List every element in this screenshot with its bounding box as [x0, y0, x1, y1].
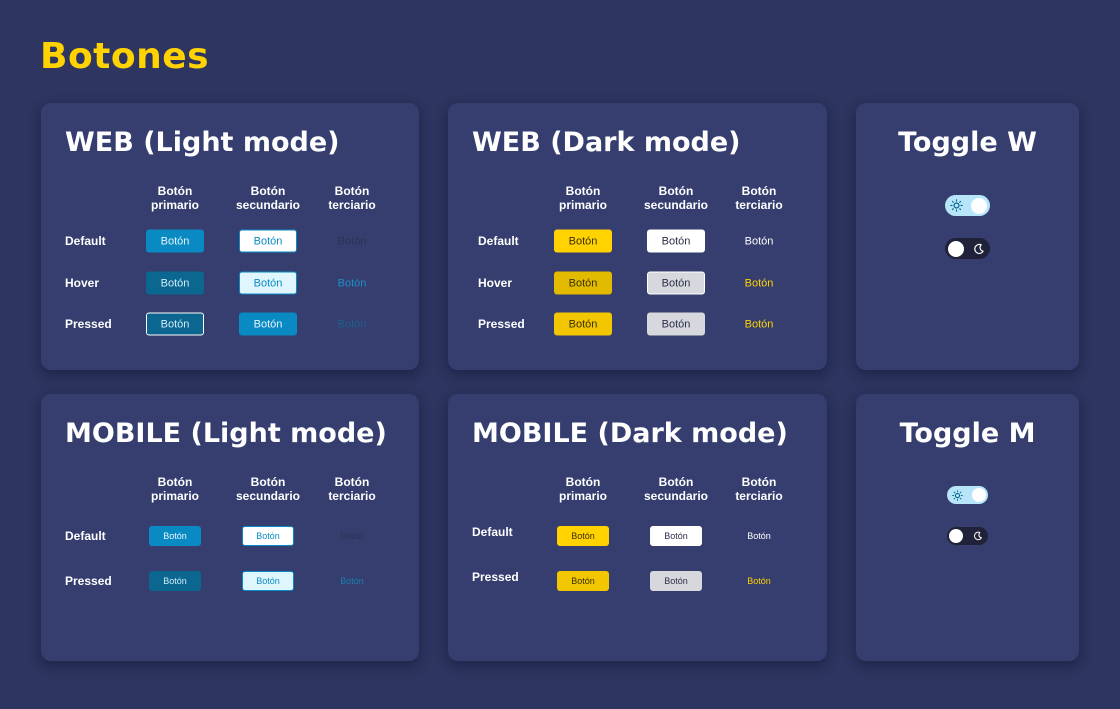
card-title: WEB (Light mode) — [65, 127, 340, 158]
tertiary-button-hover[interactable]: Botón — [730, 272, 788, 295]
row-label-pressed: Pressed — [478, 317, 525, 331]
card-mobile-light: MOBILE (Light mode) Botón primario Botón… — [41, 394, 419, 661]
row-label-default: Default — [478, 234, 519, 248]
tertiary-button-default[interactable]: Botón — [733, 526, 785, 546]
toggle-knob — [949, 529, 963, 543]
column-header-tertiary: Botón terciario — [328, 475, 376, 503]
card-web-light: WEB (Light mode) Botón primario Botón se… — [41, 103, 419, 370]
dark-mode-toggle[interactable] — [945, 238, 990, 259]
row-label-default: Default — [472, 525, 513, 539]
light-mode-toggle[interactable] — [945, 195, 990, 216]
column-header-tertiary: Botón terciario — [735, 184, 783, 212]
card-title: Toggle M — [899, 418, 1036, 449]
card-mobile-dark: MOBILE (Dark mode) Botón primario Botón … — [448, 394, 827, 661]
primary-button-hover[interactable]: Botón — [554, 271, 612, 295]
secondary-button-default[interactable]: Botón — [239, 229, 297, 253]
primary-button-default[interactable]: Botón — [557, 526, 609, 546]
primary-button-pressed[interactable]: Botón — [149, 571, 201, 591]
row-label-hover: Hover — [65, 276, 100, 290]
tertiary-button-pressed[interactable]: Botón — [730, 313, 788, 336]
card-title: WEB (Dark mode) — [472, 127, 741, 158]
secondary-button-pressed[interactable]: Botón — [239, 312, 297, 336]
tertiary-button-hover[interactable]: Botón — [323, 272, 381, 295]
card-title: MOBILE (Dark mode) — [472, 418, 788, 449]
row-label-hover: Hover — [478, 276, 513, 290]
light-mode-toggle[interactable] — [947, 486, 988, 504]
row-label-pressed: Pressed — [472, 570, 519, 584]
primary-button-pressed[interactable]: Botón — [146, 312, 204, 336]
primary-button-pressed[interactable]: Botón — [557, 571, 609, 591]
toggle-knob — [972, 488, 986, 502]
secondary-button-default[interactable]: Botón — [647, 229, 705, 253]
secondary-button-pressed[interactable]: Botón — [650, 571, 702, 591]
secondary-button-pressed[interactable]: Botón — [242, 571, 294, 591]
dark-mode-toggle[interactable] — [947, 527, 988, 545]
secondary-button-default[interactable]: Botón — [650, 526, 702, 546]
row-label-pressed: Pressed — [65, 317, 112, 331]
sun-icon — [950, 488, 964, 502]
card-toggle-mobile: Toggle M — [856, 394, 1079, 661]
tertiary-button-default[interactable]: Botón — [323, 230, 381, 253]
row-label-default: Default — [65, 529, 106, 543]
tertiary-button-default[interactable]: Botón — [326, 526, 378, 546]
sun-icon — [949, 198, 964, 213]
column-header-tertiary: Botón terciario — [328, 184, 376, 212]
row-label-pressed: Pressed — [65, 574, 112, 588]
moon-icon — [971, 241, 986, 256]
card-title: Toggle W — [898, 127, 1037, 158]
card-toggle-web: Toggle W — [856, 103, 1079, 370]
moon-icon — [971, 529, 985, 543]
toggle-knob — [971, 197, 987, 214]
secondary-button-default[interactable]: Botón — [242, 526, 294, 546]
secondary-button-hover[interactable]: Botón — [647, 271, 705, 295]
page-title: Botones — [40, 36, 210, 77]
row-label-default: Default — [65, 234, 106, 248]
tertiary-button-pressed[interactable]: Botón — [323, 313, 381, 336]
primary-button-default[interactable]: Botón — [146, 229, 204, 253]
column-header-tertiary: Botón terciario — [735, 475, 783, 503]
toggle-knob — [948, 240, 964, 257]
primary-button-hover[interactable]: Botón — [146, 271, 204, 295]
secondary-button-hover[interactable]: Botón — [239, 271, 297, 295]
secondary-button-pressed[interactable]: Botón — [647, 312, 705, 336]
card-title: MOBILE (Light mode) — [65, 418, 387, 449]
primary-button-pressed[interactable]: Botón — [554, 312, 612, 336]
primary-button-default[interactable]: Botón — [149, 526, 201, 546]
tertiary-button-pressed[interactable]: Botón — [326, 571, 378, 591]
primary-button-default[interactable]: Botón — [554, 229, 612, 253]
card-web-dark: WEB (Dark mode) Botón primario Botón sec… — [448, 103, 827, 370]
tertiary-button-default[interactable]: Botón — [730, 230, 788, 253]
tertiary-button-pressed[interactable]: Botón — [733, 571, 785, 591]
